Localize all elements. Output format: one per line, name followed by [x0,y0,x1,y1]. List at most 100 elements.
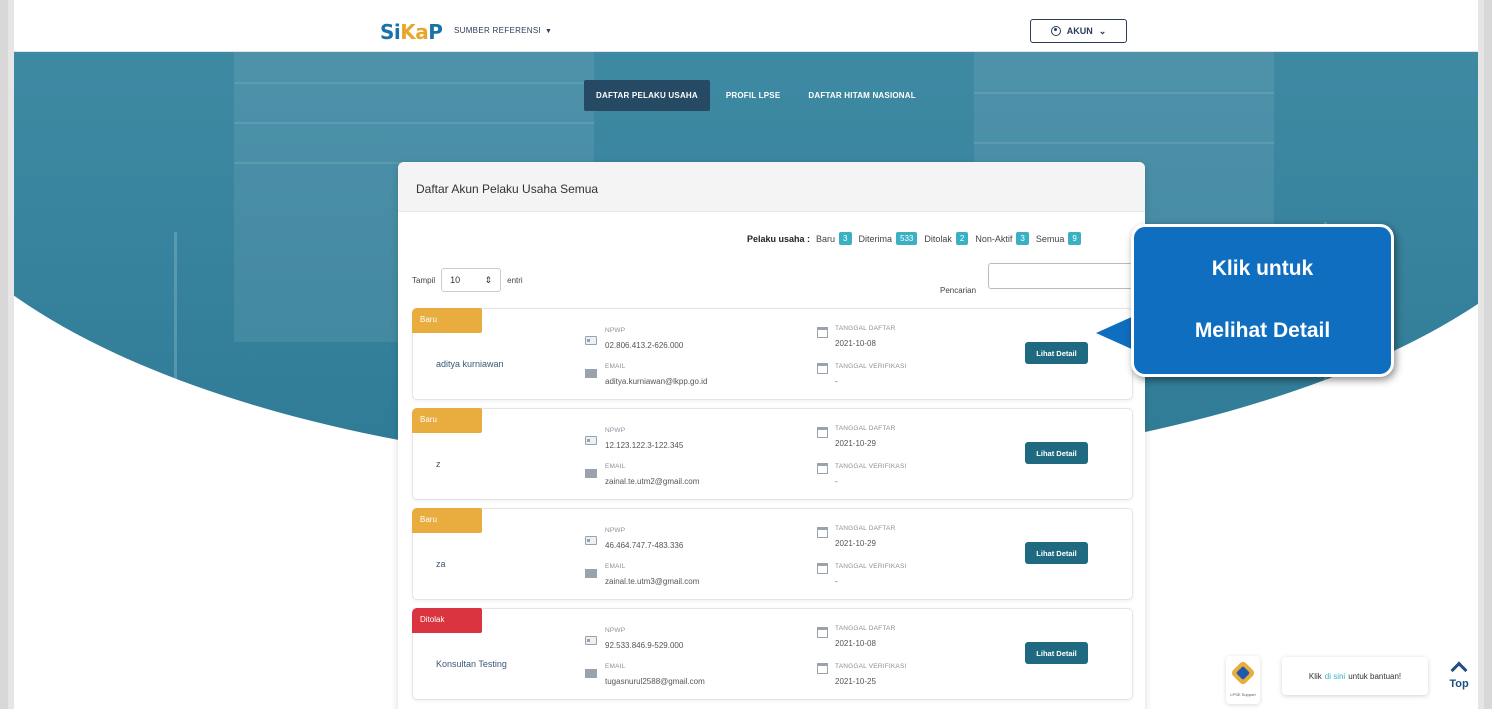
calendar-icon [817,627,828,638]
lpse-support-caption: LPSE Support [1230,692,1256,697]
list-item: Baru aditya kurniawan NPWP 02.806.413.2-… [412,308,1133,400]
email-value: aditya.kurniawan@lkpp.go.id [605,377,708,386]
browser-frame: SiKaP SUMBER REFERENSI ▼ AKUN ⌄ DAFTAR PE… [8,0,1484,709]
chevron-up-icon [1450,661,1468,679]
email-value: zainal.te.utm3@gmail.com [605,577,700,586]
stat-semua-count: 9 [1068,232,1081,245]
lihat-detail-button[interactable]: Lihat Detail [1025,542,1088,564]
lihat-detail-button[interactable]: Lihat Detail [1025,442,1088,464]
building-stripe [234,82,594,84]
help-text-post: untuk bantuan! [1348,671,1402,681]
page-size-select[interactable]: 10 ⇕ [441,268,502,292]
lihat-detail-button[interactable]: Lihat Detail [1025,342,1088,364]
tanggal-daftar-label: TANGGAL DAFTAR [835,425,896,432]
callout-pointer [1096,315,1136,351]
list-item: Baru z NPWP 12.123.122.3-122.345 EMAIL z… [412,408,1133,500]
tanggal-daftar-label: TANGGAL DAFTAR [835,525,896,532]
search-input[interactable] [988,263,1134,289]
tanggal-daftar-value: 2021-10-08 [835,639,876,648]
mail-icon [585,369,597,378]
help-link[interactable]: di sini [1325,672,1345,681]
stat-baru-link[interactable]: Baru [816,234,835,244]
npwp-value: 12.123.122.3-122.345 [605,441,684,450]
street-pole [174,232,177,432]
tanggal-verifikasi-label: TANGGAL VERIFIKASI [835,363,907,370]
lpse-support-button[interactable]: LPSE Support [1226,656,1260,704]
top-label: Top [1449,678,1469,690]
stat-diterima-link[interactable]: Diterima [859,234,893,244]
tab-profil-lpse[interactable]: PROFIL LPSE [714,80,793,111]
building-stripe [974,142,1274,144]
building-stripe [974,92,1274,94]
email-value: tugasnurul2588@gmail.com [605,677,705,686]
user-circle-icon [1050,26,1061,36]
tab-daftar-hitam-nasional[interactable]: DAFTAR HITAM NASIONAL [796,80,927,111]
account-label: AKUN [1066,26,1093,36]
id-card-icon [585,636,597,645]
sumber-referensi-label: SUMBER REFERENSI [454,26,542,35]
stat-nonaktif-link[interactable]: Non-Aktif [975,234,1012,244]
id-card-icon [585,336,597,345]
tanggal-daftar-label: TANGGAL DAFTAR [835,325,896,332]
stat-ditolak-link[interactable]: Ditolak [924,234,952,244]
id-card-icon [585,536,597,545]
tanggal-verifikasi-value: - [835,477,838,486]
callout-line-1: Klik untuk [1211,257,1314,280]
pelaku-usaha-name: Konsultan Testing [436,659,507,669]
npwp-label: NPWP [605,627,626,634]
tampil-label: Tampil [412,275,436,285]
stat-diterima-count: 533 [896,232,918,245]
chevron-down-icon: ⌄ [1098,25,1107,36]
tanggal-daftar-value: 2021-10-08 [835,339,876,348]
logo-part-p: P [428,20,443,44]
calendar-icon [817,527,828,538]
sumber-referensi-menu[interactable]: SUMBER REFERENSI ▼ [454,26,552,35]
status-badge: Baru [412,408,482,433]
mail-icon [585,569,597,578]
id-card-icon [585,436,597,445]
stats-label: Pelaku usaha : [747,233,811,244]
status-badge: Baru [412,308,482,333]
status-badge: Ditolak [412,608,482,633]
email-label: EMAIL [605,363,626,370]
back-to-top-button[interactable]: Top [1446,660,1472,690]
top-navbar: SiKaP SUMBER REFERENSI ▼ AKUN ⌄ [14,0,1478,52]
stat-baru-count: 3 [839,232,852,245]
pelaku-usaha-name: aditya kurniawan [436,359,504,369]
calendar-check-icon [817,463,828,474]
callout-line-2: Melihat Detail [1194,319,1331,342]
calendar-check-icon [817,563,828,574]
tanggal-daftar-value: 2021-10-29 [835,539,876,548]
calendar-icon [817,427,828,438]
logo-part-ka: Ka [400,20,429,44]
calendar-icon [817,327,828,338]
sikap-logo[interactable]: SiKaP [380,20,443,44]
tanggal-daftar-label: TANGGAL DAFTAR [835,625,896,632]
status-counts: Pelaku usaha : Baru 3 Diterima 533 Ditolak… [747,232,1084,245]
email-label: EMAIL [605,563,626,570]
logo-part-si: Si [380,20,401,44]
tab-daftar-pelaku-usaha[interactable]: DAFTAR PELAKU USAHA [584,80,710,111]
tanggal-daftar-value: 2021-10-29 [835,439,876,448]
tanggal-verifikasi-value: 2021-10-25 [835,677,876,686]
email-value: zainal.te.utm2@gmail.com [605,477,700,486]
mail-icon [585,669,597,678]
stat-semua-link[interactable]: Semua [1036,234,1065,244]
search-label: Pencarian [940,286,977,295]
help-text-pre: Klik [1308,671,1322,681]
calendar-check-icon [817,663,828,674]
caret-down-icon: ▼ [545,28,553,35]
page-size-control: Tampil 10 ⇕ entri [412,268,523,292]
npwp-label: NPWP [605,427,626,434]
instruction-callout: Klik untuk Melihat Detail [1131,224,1394,377]
tanggal-verifikasi-label: TANGGAL VERIFIKASI [835,663,907,670]
email-label: EMAIL [605,663,626,670]
help-bubble[interactable]: Klik di sini untuk bantuan! [1282,657,1428,695]
pelaku-usaha-name: za [436,559,446,569]
account-button[interactable]: AKUN ⌄ [1030,19,1127,43]
lihat-detail-button[interactable]: Lihat Detail [1025,642,1088,664]
card-title: Daftar Akun Pelaku Usaha Semua [398,162,1145,212]
pelaku-usaha-card: Daftar Akun Pelaku Usaha Semua Pelaku us… [398,162,1145,709]
pelaku-usaha-name: z [436,459,441,469]
stat-nonaktif-count: 3 [1016,232,1029,245]
